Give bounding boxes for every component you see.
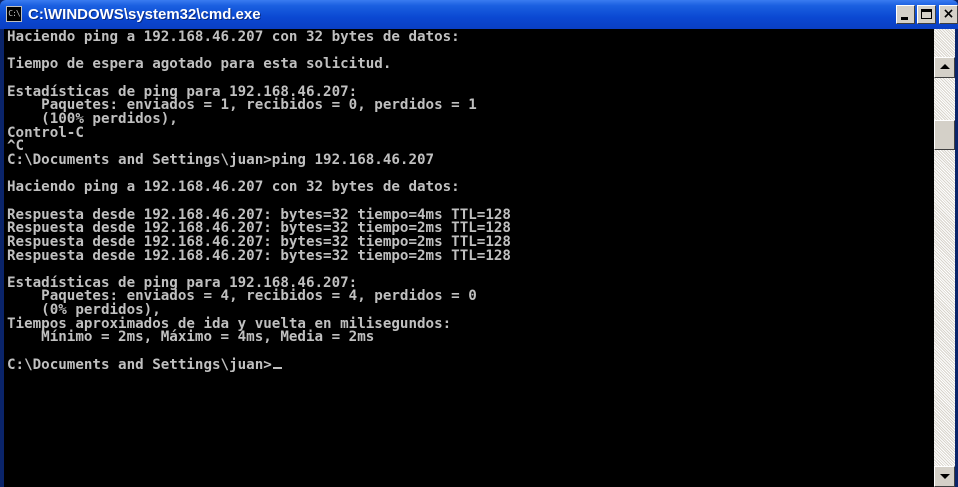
console-line: Haciendo ping a 192.168.46.207 con 32 by… [7, 29, 460, 45]
command-prompt: C:\Documents and Settings\juan> [7, 356, 272, 373]
title-bar[interactable]: C:\ C:\WINDOWS\system32\cmd.exe × [0, 0, 958, 29]
console-output[interactable]: Haciendo ping a 192.168.46.207 con 32 by… [4, 29, 934, 487]
cmd-app-icon[interactable]: C:\ [6, 6, 22, 22]
vertical-scrollbar[interactable] [934, 29, 955, 487]
close-icon: × [942, 6, 955, 22]
scroll-thumb[interactable] [934, 120, 955, 150]
maximize-icon [921, 9, 932, 19]
console-line: Haciendo ping a 192.168.46.207 con 32 by… [7, 179, 460, 196]
console-text: Haciendo ping a 192.168.46.207 con 32 by… [4, 29, 934, 372]
console-lines: Haciendo ping a 192.168.46.207 con 32 by… [7, 29, 511, 345]
console-line: Mínimo = 2ms, Máximo = 4ms, Media = 2ms [41, 329, 375, 346]
close-button[interactable]: × [939, 5, 958, 24]
scroll-up-arrow-icon [940, 64, 950, 69]
console-line: C:\Documents and Settings\juan>ping 192.… [7, 151, 435, 168]
maximize-button[interactable] [917, 5, 936, 24]
minimize-button[interactable] [896, 5, 915, 24]
scroll-down-button[interactable] [934, 466, 955, 487]
console-line: Respuesta desde 192.168.46.207: bytes=32… [7, 247, 511, 264]
scroll-down-arrow-icon [940, 474, 950, 479]
window-title: C:\WINDOWS\system32\cmd.exe [28, 6, 261, 23]
cmd-window: C:\ C:\WINDOWS\system32\cmd.exe × Hacien… [0, 0, 958, 487]
console-line: Tiempo de espera agotado para esta solic… [7, 56, 392, 73]
text-cursor [272, 366, 282, 369]
minimize-icon [901, 17, 908, 20]
scroll-up-button[interactable] [934, 57, 955, 78]
